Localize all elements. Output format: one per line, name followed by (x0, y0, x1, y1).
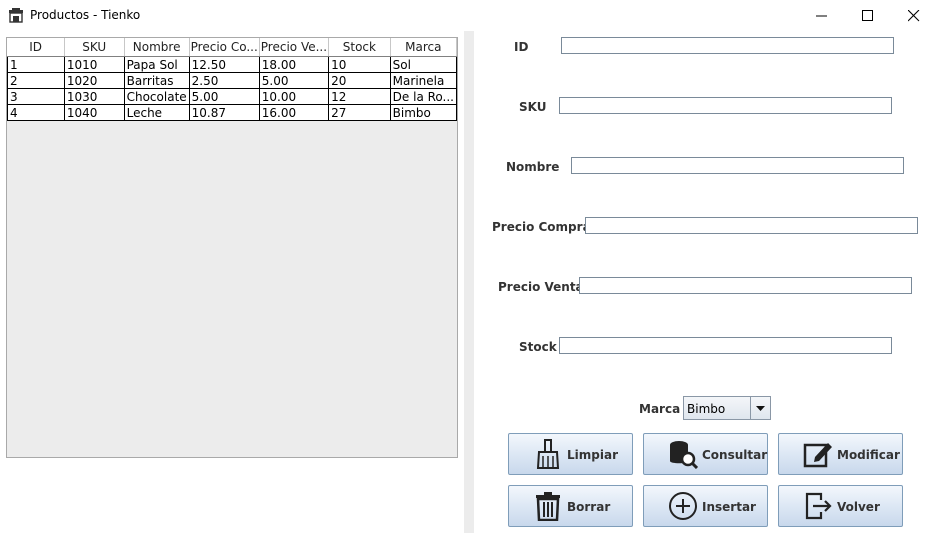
limpiar-label: Limpiar (567, 448, 618, 462)
cell-sku[interactable]: 1030 (63, 88, 125, 105)
broom-icon (536, 439, 560, 469)
marca-select[interactable]: Bimbo (683, 396, 771, 420)
precio-compra-field[interactable] (585, 217, 918, 234)
marca-label: Marca (639, 402, 681, 416)
cell-marca[interactable]: Bimbo (389, 104, 458, 121)
consultar-label: Consultar (702, 448, 768, 462)
column-header-marca[interactable]: Marca (390, 38, 458, 57)
column-header-precio-venta[interactable]: Precio Ve... (259, 38, 330, 57)
precio-venta-field[interactable] (579, 277, 912, 294)
insertar-button[interactable]: Insertar (643, 485, 768, 527)
close-button[interactable] (891, 0, 937, 31)
precio-venta-label: Precio Venta (498, 280, 584, 294)
column-header-id[interactable]: ID (7, 38, 65, 57)
cell-precio-compra[interactable]: 12.50 (188, 56, 260, 73)
database-search-icon (670, 441, 698, 469)
insertar-label: Insertar (702, 500, 756, 514)
borrar-label: Borrar (567, 500, 611, 514)
consultar-button[interactable]: Consultar (643, 433, 768, 475)
cell-sku[interactable]: 1020 (63, 72, 125, 89)
column-header-sku[interactable]: SKU (64, 38, 125, 57)
stock-field[interactable] (559, 337, 892, 354)
modificar-button[interactable]: Modificar (778, 433, 903, 475)
cell-id[interactable]: 3 (7, 88, 65, 105)
cell-precio-compra[interactable]: 5.00 (188, 88, 260, 105)
products-table-panel[interactable]: ID SKU Nombre Precio Co... Precio Ve... … (6, 37, 458, 458)
cell-stock[interactable]: 10 (328, 56, 391, 73)
cell-sku[interactable]: 1010 (63, 56, 125, 73)
volver-label: Volver (837, 500, 880, 514)
cell-stock[interactable]: 20 (328, 72, 391, 89)
cell-nombre[interactable]: Barritas (123, 72, 190, 89)
cell-nombre[interactable]: Papa Sol (123, 56, 190, 73)
cell-marca[interactable]: De la Ro... (389, 88, 458, 105)
cell-precio-compra[interactable]: 10.87 (188, 104, 260, 121)
stock-label: Stock (519, 340, 557, 354)
title-bar: Productos - Tienko (0, 0, 938, 31)
borrar-button[interactable]: Borrar (508, 485, 633, 527)
close-icon (908, 10, 920, 22)
dropdown-arrow-button[interactable] (750, 397, 770, 419)
split-divider[interactable] (464, 31, 474, 533)
cell-nombre[interactable]: Leche (123, 104, 190, 121)
volver-button[interactable]: Volver (778, 485, 903, 527)
cell-stock[interactable]: 27 (328, 104, 391, 121)
cell-id[interactable]: 1 (7, 56, 65, 73)
column-header-stock[interactable]: Stock (328, 38, 391, 57)
cell-marca[interactable]: Marinela (389, 72, 458, 89)
precio-compra-label: Precio Compra (492, 220, 591, 234)
column-header-precio-compra[interactable]: Precio Co... (189, 38, 260, 57)
table-header: ID SKU Nombre Precio Co... Precio Ve... … (7, 38, 458, 57)
cell-precio-venta[interactable]: 16.00 (258, 104, 330, 121)
maximize-button[interactable] (845, 0, 891, 31)
cell-precio-venta[interactable]: 10.00 (258, 88, 330, 105)
nombre-field[interactable] (571, 157, 904, 174)
minimize-button[interactable] (799, 0, 845, 31)
nombre-label: Nombre (506, 160, 560, 174)
cell-marca[interactable]: Sol (389, 56, 458, 73)
chevron-down-icon (756, 406, 765, 411)
cell-nombre[interactable]: Chocolate (123, 88, 190, 105)
cell-precio-venta[interactable]: 5.00 (258, 72, 330, 89)
table-row[interactable]: 2 1020 Barritas 2.50 5.00 20 Marinela (7, 72, 458, 89)
column-header-nombre[interactable]: Nombre (124, 38, 190, 57)
cell-precio-compra[interactable]: 2.50 (188, 72, 260, 89)
edit-icon (803, 443, 832, 468)
table-row[interactable]: 1 1010 Papa Sol 12.50 18.00 10 Sol (7, 56, 458, 73)
store-icon (9, 8, 23, 23)
cell-id[interactable]: 4 (7, 104, 65, 121)
trash-icon (536, 492, 560, 521)
cell-sku[interactable]: 1040 (63, 104, 125, 121)
table-row[interactable]: 3 1030 Chocolate 5.00 10.00 12 De la Ro.… (7, 88, 458, 105)
id-field[interactable] (561, 37, 894, 54)
marca-selected-value: Bimbo (687, 402, 726, 416)
plus-circle-icon (669, 492, 697, 520)
modificar-label: Modificar (837, 448, 900, 462)
cell-precio-venta[interactable]: 18.00 (258, 56, 330, 73)
limpiar-button[interactable]: Limpiar (508, 433, 633, 475)
cell-stock[interactable]: 12 (328, 88, 391, 105)
exit-icon (805, 492, 832, 520)
id-label: ID (514, 40, 529, 54)
products-table[interactable]: ID SKU Nombre Precio Co... Precio Ve... … (7, 38, 458, 121)
maximize-icon (862, 10, 873, 21)
sku-label: SKU (519, 100, 547, 114)
table-row[interactable]: 4 1040 Leche 10.87 16.00 27 Bimbo (7, 104, 458, 121)
minimize-icon (816, 15, 827, 17)
window-title: Productos - Tienko (30, 8, 141, 22)
cell-id[interactable]: 2 (7, 72, 65, 89)
sku-field[interactable] (559, 97, 892, 114)
